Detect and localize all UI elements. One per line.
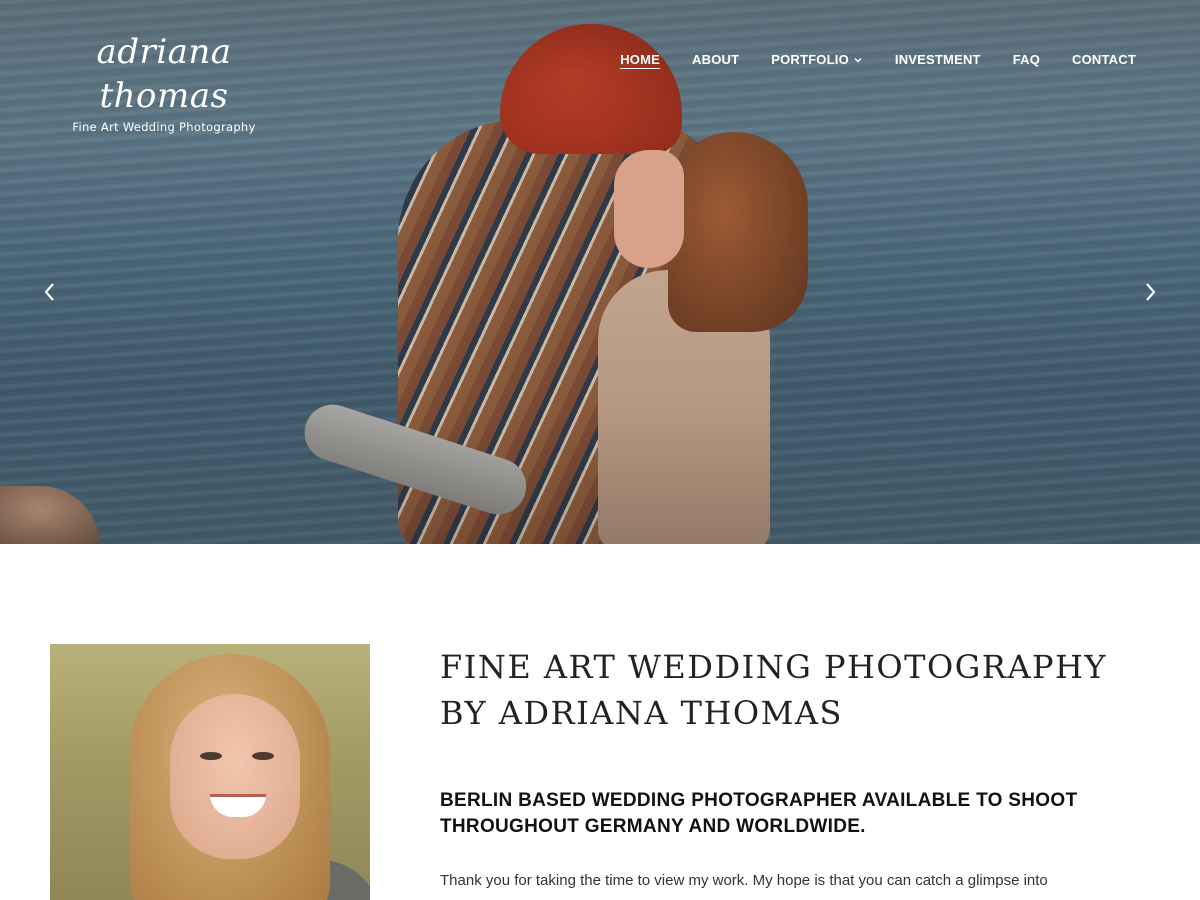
logo-tagline: Fine Art Wedding Photography bbox=[72, 120, 256, 134]
nav-item-portfolio[interactable]: PORTFOLIO bbox=[771, 52, 863, 67]
nav-item-label: ABOUT bbox=[692, 52, 740, 67]
chevron-down-icon bbox=[854, 57, 862, 62]
nav-item-about[interactable]: ABOUT bbox=[692, 52, 739, 67]
slider-next-button[interactable] bbox=[1140, 280, 1160, 304]
nav-item-label: HOME bbox=[620, 52, 661, 67]
nav-item-label: CONTACT bbox=[1072, 52, 1136, 67]
logo-name: adriana thomas bbox=[96, 32, 232, 116]
nav-item-investment[interactable]: INVESTMENT bbox=[895, 52, 981, 67]
photographer-portrait bbox=[50, 644, 370, 900]
site-logo[interactable]: adriana thomas Fine Art Wedding Photogra… bbox=[56, 30, 272, 134]
intro-heading: FINE ART WEDDING PHOTOGRAPHY BY ADRIANA … bbox=[440, 648, 1108, 732]
nav-item-label: PORTFOLIO bbox=[771, 52, 849, 67]
nav-item-label: FAQ bbox=[1012, 52, 1041, 67]
chevron-right-icon bbox=[1146, 283, 1156, 301]
nav-item-faq[interactable]: FAQ bbox=[1013, 52, 1040, 67]
intro-section: FINE ART WEDDING PHOTOGRAPHY BY ADRIANA … bbox=[0, 544, 1200, 900]
nav-item-label: INVESTMENT bbox=[894, 52, 981, 67]
nav-item-contact[interactable]: CONTACT bbox=[1072, 52, 1136, 67]
hero-slider: adriana thomas Fine Art Wedding Photogra… bbox=[0, 0, 1200, 544]
portrait-eye-left bbox=[200, 752, 222, 760]
chevron-left-icon bbox=[44, 283, 54, 301]
intro-body-text: Thank you for taking the time to view my… bbox=[440, 872, 1048, 889]
intro-subheading: BERLIN BASED WEDDING PHOTOGRAPHER AVAILA… bbox=[440, 790, 1078, 837]
slider-prev-button[interactable] bbox=[40, 280, 60, 304]
nav-item-home[interactable]: HOME bbox=[620, 52, 660, 67]
main-nav: HOME ABOUT PORTFOLIO INVESTMENT FAQ CONT… bbox=[620, 52, 1136, 67]
portrait-face bbox=[170, 694, 300, 859]
portrait-eye-right bbox=[252, 752, 274, 760]
